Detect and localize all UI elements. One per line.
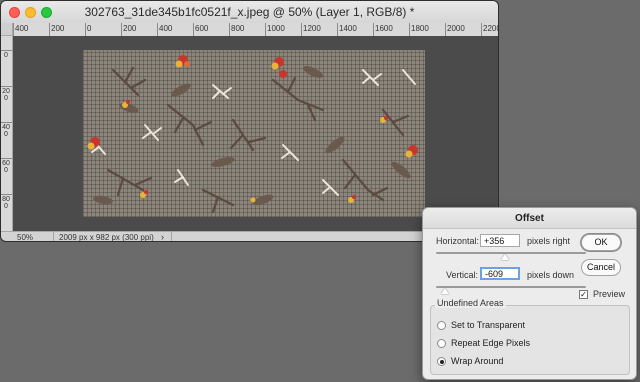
ruler-label: 400 [159,24,173,33]
vertical-slider-track[interactable] [436,286,586,288]
dialog-title: Offset [515,213,544,224]
ruler-label: 1400 [339,24,357,33]
ruler-label: 2200 [483,24,498,33]
vertical-unit: pixels down [527,270,575,280]
vertical-label: Vertical: [446,270,479,280]
ok-button[interactable]: OK [581,234,621,251]
ruler-label: 600 [2,160,10,174]
horizontal-label: Horizontal: [436,236,480,246]
vertical-ruler[interactable]: 0 200 400 600 800 [1,36,13,231]
ruler-label: 2000 [447,24,465,33]
cancel-button[interactable]: Cancel [581,259,621,276]
ruler-label: 400 [15,24,29,33]
ruler-label: 1800 [411,24,429,33]
horizontal-input[interactable]: +356 [480,234,520,247]
preview-label: Preview [593,289,626,299]
radio-repeat-edge-pixels[interactable] [437,339,446,348]
radio-set-to-transparent[interactable] [437,321,446,330]
radio-label: Repeat Edge Pixels [451,338,531,348]
document-titlebar[interactable]: 302763_31de345b1fc0521f_x.jpeg @ 50% (La… [1,1,498,24]
horizontal-ruler[interactable]: 400 200 0 200 400 600 800 1000 1200 1400… [13,23,498,37]
vertical-input[interactable]: -609 [480,267,520,280]
ruler-label: 0 [4,52,8,59]
fabric-image[interactable] [83,50,425,217]
horizontal-slider-knob[interactable] [501,254,509,260]
radio-wrap-around[interactable] [437,357,446,366]
horizontal-slider-track[interactable] [436,252,586,254]
radio-label: Set to Transparent [451,320,526,330]
ruler-label: 800 [231,24,245,33]
horizontal-unit: pixels right [527,236,571,246]
ruler-label: 1600 [375,24,393,33]
offset-dialog: Offset Horizontal: +356 pixels right Ver… [422,207,637,380]
vertical-slider-knob[interactable] [441,288,449,294]
ruler-label: 800 [2,196,10,210]
ruler-label: 200 [51,24,65,33]
status-menu-arrow-icon[interactable]: › [161,232,164,241]
ruler-label: 0 [87,24,92,33]
radio-label: Wrap Around [451,356,504,366]
ruler-label: 1000 [267,24,285,33]
floral-pattern [87,55,418,214]
preview-checkbox[interactable]: ✓ [579,290,588,299]
ruler-label: 200 [2,88,10,102]
ruler-label: 200 [123,24,137,33]
canvas-area[interactable] [13,36,498,231]
ruler-origin[interactable] [1,23,13,36]
ruler-label: 600 [195,24,209,33]
document-title: 302763_31de345b1fc0521f_x.jpeg @ 50% (La… [84,5,415,19]
ruler-label: 1200 [303,24,321,33]
ruler-label: 400 [2,124,10,138]
undefined-areas-legend: Undefined Areas [435,298,506,308]
document-info: 2009 px x 982 px (300 ppi) [59,233,154,242]
zoom-level[interactable]: 50% [17,233,33,241]
document-window: 302763_31de345b1fc0521f_x.jpeg @ 50% (La… [0,0,499,242]
